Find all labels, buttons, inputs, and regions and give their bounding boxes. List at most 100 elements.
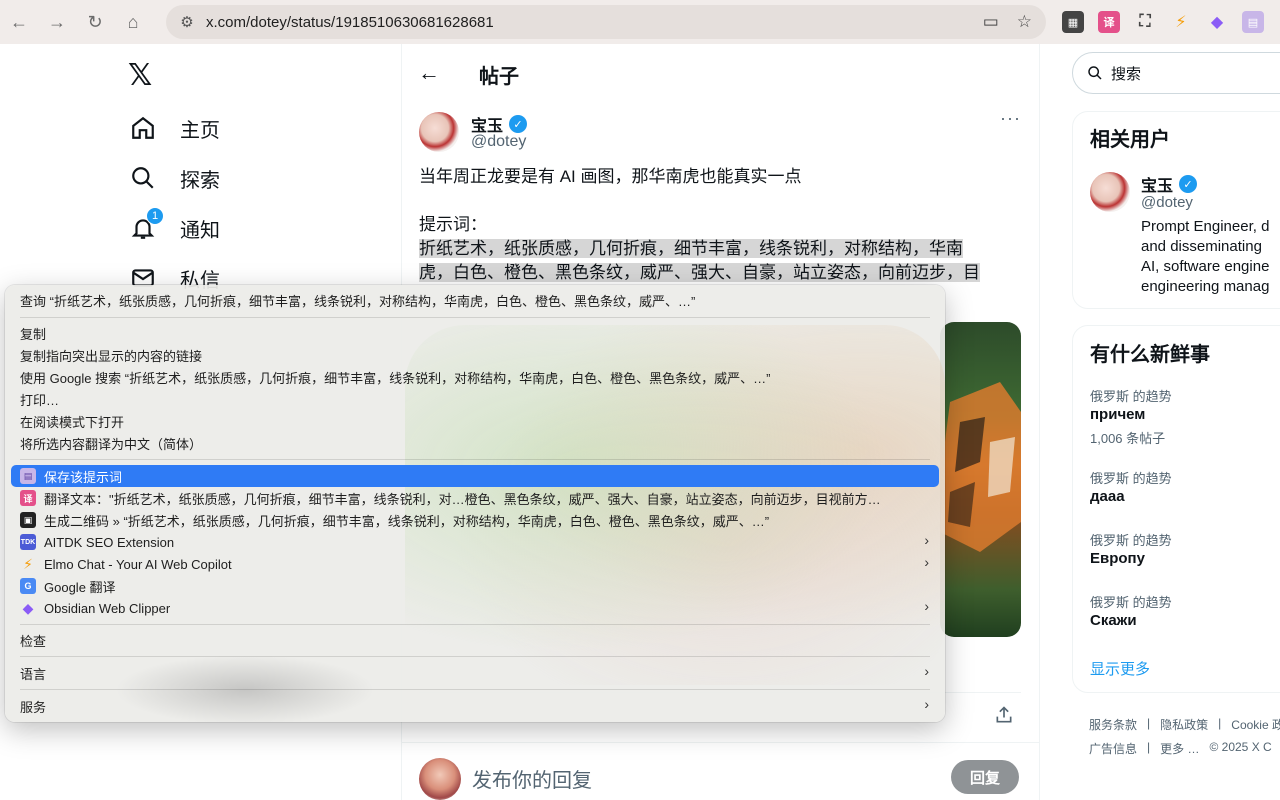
menu-item-label: Google 翻译: [44, 579, 116, 595]
tweet-image[interactable]: [940, 322, 1021, 637]
more-options-icon[interactable]: ···: [1000, 108, 1021, 129]
menu-item-label: AITDK SEO Extension: [44, 534, 175, 550]
menu-item-label: 打印…: [20, 392, 60, 408]
menu-item-label: Elmo Chat - Your AI Web Copilot: [44, 556, 232, 572]
page-title: 帖子: [479, 66, 519, 88]
menu-item-lookup[interactable]: 查询 “折纸艺术，纸张质感，几何折痕，细节丰富，线条锐利，对称结构，华南虎，白色…: [11, 289, 939, 311]
menu-item-aitdk[interactable]: TDK AITDK SEO Extension ›: [11, 531, 939, 553]
menu-item-elmo[interactable]: ⚡ Elmo Chat - Your AI Web Copilot ›: [11, 553, 939, 575]
share-icon[interactable]: [994, 705, 1014, 731]
nav-notifications[interactable]: 1 通知: [128, 207, 368, 248]
trend-name[interactable]: причем: [1090, 406, 1145, 423]
translate-extension-icon[interactable]: 译: [1098, 11, 1120, 33]
chevron-right-icon: ›: [924, 598, 929, 614]
reply-input[interactable]: 发布你的回复: [472, 764, 592, 793]
search-icon: [1088, 66, 1102, 80]
qr-code-icon: ▣: [20, 512, 36, 528]
chevron-right-icon: ›: [924, 696, 929, 712]
x-logo-icon[interactable]: 𝕏: [128, 58, 152, 93]
menu-item-language[interactable]: 语言 ›: [11, 662, 939, 684]
my-avatar[interactable]: [419, 758, 461, 800]
selected-text: 虎，白色、橙色、黑色条纹，威严、强大、自豪，站立姿态，向前迈步，目: [419, 263, 980, 282]
menu-item-services[interactable]: 服务 ›: [11, 695, 939, 717]
menu-item-label: 保存该提示词: [44, 469, 123, 485]
related-user-avatar[interactable]: [1090, 172, 1130, 212]
chevron-right-icon: ›: [924, 554, 929, 570]
footer-link-privacy[interactable]: 隐私政策: [1160, 716, 1208, 733]
menu-item-inspect[interactable]: 检查: [11, 629, 939, 651]
menu-item-label: 语言: [20, 666, 47, 682]
footer-link-terms[interactable]: 服务条款: [1089, 716, 1137, 733]
nav-label: 通知: [180, 219, 220, 242]
footer-link-cookie[interactable]: Cookie 政: [1231, 716, 1280, 733]
bio-line: and disseminating: [1141, 238, 1262, 255]
related-user-bio: Prompt Engineer, d and disseminating AI,…: [1141, 217, 1280, 297]
reload-icon[interactable]: ↻: [76, 0, 114, 44]
menu-item-reading-mode[interactable]: 在阅读模式下打开: [11, 410, 939, 432]
menu-item-label: 将所选内容翻译为中文（简体）: [20, 436, 203, 452]
elmo-bolt-icon[interactable]: ⚡: [1170, 11, 1192, 33]
screenshot-icon[interactable]: ⛶: [1134, 11, 1156, 33]
trend-name[interactable]: дааа: [1090, 488, 1125, 505]
related-user-handle[interactable]: @dotey: [1141, 194, 1193, 211]
forward-icon[interactable]: →: [38, 0, 76, 44]
prompt-extension-icon[interactable]: ▤: [1242, 11, 1264, 33]
footer-copyright: © 2025 X C: [1209, 740, 1272, 754]
footer-links: 服务条款 | 隐私政策 | Cookie 政: [1089, 716, 1280, 733]
address-bar[interactable]: ⚙ x.com/dotey/status/1918510630681628681…: [166, 5, 1046, 39]
obsidian-icon: ◆: [22, 599, 34, 616]
menu-item-translate-text[interactable]: 译 翻译文本："折纸艺术，纸张质感，几何折痕，细节丰富，线条锐利，对…橙色、黑色…: [11, 487, 939, 509]
menu-item-label: 使用 Google 搜索 “折纸艺术，纸张质感，几何折痕，细节丰富，线条锐利，对…: [20, 370, 771, 386]
search-input[interactable]: 搜索: [1072, 52, 1280, 94]
footer-link-more[interactable]: 更多 …: [1160, 740, 1199, 757]
footer-link-ads[interactable]: 广告信息: [1089, 740, 1137, 757]
trend-name[interactable]: Скажи: [1090, 612, 1137, 629]
menu-item-save-prompt[interactable]: ▤ 保存该提示词: [11, 465, 939, 487]
menu-item-copy-link[interactable]: 复制指向突出显示的内容的链接: [11, 344, 939, 366]
nav-label: 探索: [180, 169, 220, 192]
menu-item-translate-selection[interactable]: 将所选内容翻译为中文（简体）: [11, 432, 939, 454]
menu-item-google-search[interactable]: 使用 Google 搜索 “折纸艺术，纸张质感，几何折痕，细节丰富，线条锐利，对…: [11, 366, 939, 388]
menu-item-label: 复制: [20, 326, 47, 342]
menu-item-label: 在阅读模式下打开: [20, 414, 125, 430]
trend-category: 俄罗斯 的趋势: [1090, 389, 1172, 404]
obsidian-icon[interactable]: ◆: [1206, 11, 1228, 33]
reading-mode-icon[interactable]: ▦: [1062, 11, 1084, 33]
bookmark-star-icon[interactable]: ☆: [1017, 12, 1032, 32]
menu-item-label: Obsidian Web Clipper: [44, 600, 171, 616]
menu-item-google-translate[interactable]: G Google 翻译: [11, 575, 939, 597]
tweet-line: 当年周正龙要是有 AI 画图，那华南虎也能真实一点: [419, 167, 802, 186]
trend-category: 俄罗斯 的趋势: [1090, 595, 1172, 610]
back-arrow-icon[interactable]: ←: [418, 60, 440, 86]
install-app-icon[interactable]: ▭: [983, 12, 999, 32]
site-settings-icon[interactable]: ⚙: [172, 13, 202, 31]
menu-item-qr-code[interactable]: ▣ 生成二维码 » “折纸艺术，纸张质感，几何折痕，细节丰富，线条锐利，对称结构…: [11, 509, 939, 531]
nav-explore[interactable]: 探索: [128, 158, 368, 198]
show-more-link[interactable]: 显示更多: [1090, 658, 1150, 679]
context-menu: 查询 “折纸艺术，纸张质感，几何折痕，细节丰富，线条锐利，对称结构，华南虎，白色…: [5, 285, 945, 722]
url-text[interactable]: x.com/dotey/status/1918510630681628681: [206, 14, 494, 31]
chevron-right-icon: ›: [924, 663, 929, 679]
menu-separator: [20, 317, 930, 318]
menu-separator: [20, 656, 930, 657]
trend-name[interactable]: Европу: [1090, 550, 1145, 567]
related-user-name[interactable]: 宝玉 ✓: [1141, 172, 1198, 196]
tweet-line: 提示词：: [419, 215, 487, 234]
trend-category: 俄罗斯 的趋势: [1090, 471, 1172, 486]
menu-item-print[interactable]: 打印…: [11, 388, 939, 410]
verified-badge-icon: ✓: [1179, 175, 1198, 193]
home-icon[interactable]: ⌂: [114, 0, 152, 44]
menu-item-label: 服务: [20, 699, 47, 715]
nav-home[interactable]: 主页: [128, 108, 368, 148]
search-icon: [128, 163, 158, 193]
menu-item-copy[interactable]: 复制: [11, 322, 939, 344]
footer-sep: |: [1147, 716, 1151, 730]
column-divider: [1039, 44, 1040, 800]
author-handle[interactable]: @dotey: [471, 133, 526, 151]
reply-button[interactable]: 回复: [951, 760, 1019, 794]
trend-count: 1,006 条帖子: [1090, 431, 1166, 446]
menu-item-obsidian[interactable]: ◆ Obsidian Web Clipper ›: [11, 597, 939, 619]
author-avatar[interactable]: [419, 112, 459, 152]
verified-badge-icon: ✓: [509, 115, 528, 133]
back-icon[interactable]: ←: [0, 0, 38, 44]
